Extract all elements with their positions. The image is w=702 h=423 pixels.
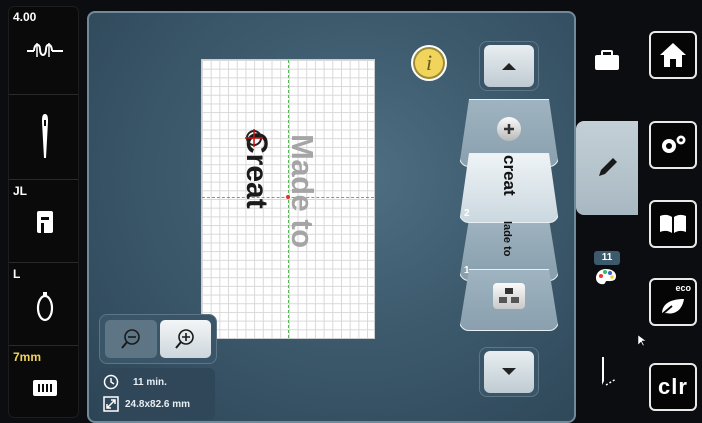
scroll-down-button[interactable]	[479, 347, 539, 397]
settings-button[interactable]	[649, 121, 697, 169]
add-layer-icon[interactable]	[497, 117, 521, 141]
gears-icon	[662, 135, 686, 153]
tab-edit[interactable]	[576, 121, 638, 215]
scroll-up-inner	[484, 45, 534, 87]
size-value: 24.8x82.6 mm	[125, 398, 191, 410]
tab-files[interactable]	[594, 49, 620, 76]
clr-label: clr	[658, 374, 688, 399]
edit-tabs: 11	[576, 11, 638, 423]
stitch-plate-label: 7mm	[13, 350, 42, 364]
layer-2-text: creat	[500, 155, 519, 196]
stitch-plate-cell[interactable]: 7mm	[9, 347, 78, 417]
speed-value: 4.00	[13, 10, 37, 24]
pencil-icon	[599, 158, 617, 176]
scroll-up-button[interactable]	[479, 41, 539, 91]
time-value: 11 min.	[133, 376, 167, 388]
clear-button[interactable]: clr	[649, 363, 697, 411]
size-row: 24.8x82.6 mm	[103, 393, 211, 415]
home-button[interactable]	[649, 31, 697, 79]
leaf-icon	[659, 299, 684, 317]
main-nav: eco clr	[641, 11, 702, 423]
resize-icon	[103, 396, 119, 412]
info-button[interactable]: i	[411, 45, 447, 81]
presser-foot-cell[interactable]: JL	[9, 181, 78, 263]
chevron-up-icon	[502, 63, 516, 70]
zoom-out-icon	[120, 329, 140, 349]
zoom-out-button[interactable]	[105, 320, 157, 358]
zoom-in-button[interactable]	[159, 320, 211, 358]
needle-icon	[9, 112, 78, 162]
center-point	[286, 195, 290, 199]
chevron-down-icon	[502, 368, 516, 375]
design-text-made-to[interactable]: Made to	[284, 134, 320, 248]
zoom-in-icon	[175, 329, 195, 349]
hoop-cell[interactable]: L	[9, 264, 78, 346]
time-row: 11 min.	[103, 371, 211, 393]
tension-icon	[9, 39, 78, 61]
palette-icon	[596, 269, 616, 285]
info-icon: i	[425, 50, 433, 75]
presser-foot-label: JL	[13, 184, 28, 198]
presser-foot-icon	[9, 209, 78, 235]
stitch-plate-icon	[9, 379, 78, 397]
needle-cell[interactable]	[9, 96, 78, 180]
embroider-needle-icon	[602, 357, 617, 386]
arrange-layers-icon[interactable]	[493, 283, 525, 309]
mouse-cursor-icon	[637, 334, 647, 352]
hoop-icon	[9, 288, 78, 324]
tab-colors[interactable]: 11	[594, 251, 620, 292]
briefcase-icon	[595, 50, 619, 70]
eco-label: eco	[675, 283, 691, 293]
color-count-badge: 11	[594, 251, 620, 265]
scroll-down-inner	[484, 351, 534, 393]
tutorial-button[interactable]	[649, 200, 697, 248]
cursor-target-icon[interactable]	[244, 128, 264, 153]
embroidery-workarea: Made to Creat i 1 2 creat lade to 11 min…	[87, 11, 576, 423]
layer-1-text: lade to	[501, 221, 513, 257]
tab-embroider[interactable]	[596, 355, 620, 394]
layer-2-number: 2	[464, 208, 470, 219]
clock-icon	[103, 374, 119, 390]
hoop-label: L	[13, 267, 21, 281]
hoop-canvas[interactable]: Made to Creat	[201, 59, 375, 339]
status-panel: 4.00 JL L 7mm	[8, 6, 79, 418]
zoom-controls	[99, 314, 217, 364]
eco-button[interactable]: eco	[649, 278, 697, 326]
stats-panel: 11 min. 24.8x82.6 mm	[99, 368, 215, 420]
book-icon	[660, 214, 686, 233]
stitch-speed-cell[interactable]: 4.00	[9, 7, 78, 95]
home-icon	[660, 43, 686, 67]
